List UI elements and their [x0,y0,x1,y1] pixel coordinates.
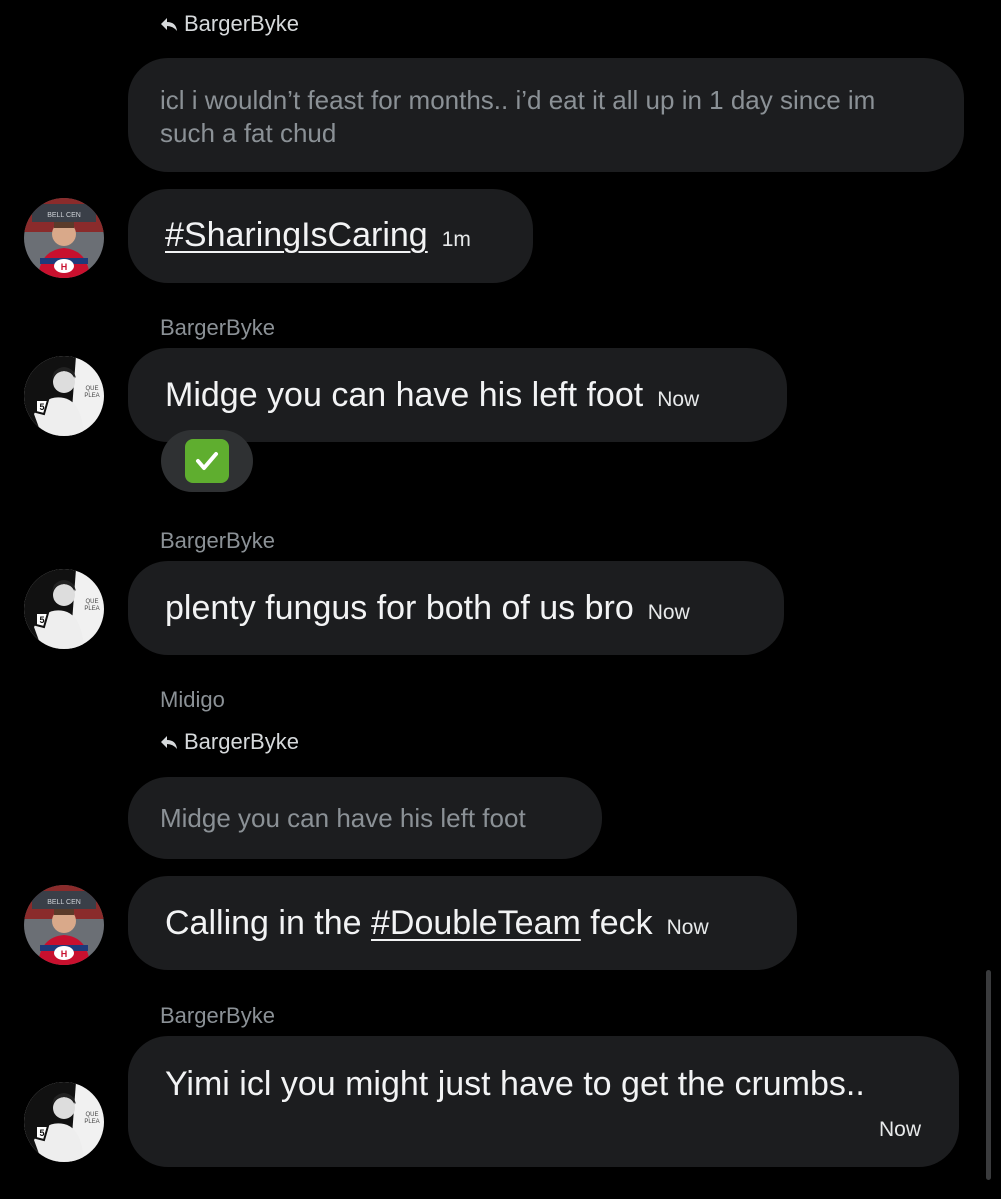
message-bubble[interactable]: Midge you can have his left foot Now [128,348,787,442]
avatar[interactable] [24,198,104,278]
quoted-message-bubble[interactable]: icl i wouldn’t feast for months.. i’d ea… [128,58,964,172]
message-text-after: feck [580,904,653,942]
avatar[interactable] [24,885,104,965]
message-text: Yimi icl you might just have to get the … [165,1065,865,1103]
avatar[interactable] [24,1082,104,1162]
message-text: Midge you can have his left foot [165,376,644,414]
message-text: plenty fungus for both of us bro [165,589,634,627]
bw-avatar-image [24,569,104,649]
message-bubble[interactable]: Yimi icl you might just have to get the … [128,1036,959,1167]
quoted-text: icl i wouldn’t feast for months.. i’d ea… [160,85,876,148]
reaction-chip[interactable] [161,430,253,492]
message-bubble[interactable]: plenty fungus for both of us bro Now [128,561,784,655]
sender-name: Midigo [160,687,225,712]
message-time: 1m [441,228,471,251]
message-bubble[interactable]: #SharingIsCaring 1m [128,189,533,283]
sender-name: BargerByke [160,1003,275,1028]
avatar[interactable] [24,356,104,436]
bw-avatar-image [24,356,104,436]
message-time: Now [666,916,709,939]
message-bubble[interactable]: Calling in the #DoubleTeam feck Now [128,876,797,970]
hashtag-link[interactable]: #DoubleTeam [371,903,581,943]
message-time: Now [647,601,690,624]
hashtag-link[interactable]: #SharingIsCaring [165,215,428,255]
message-time: Now [657,388,700,411]
avatar[interactable] [24,569,104,649]
red-jersey-avatar-image [24,885,104,965]
reply-icon [161,736,177,749]
reply-icon [161,18,177,31]
sender-name: BargerByke [160,528,275,553]
bw-avatar-image [24,1082,104,1162]
message-text-before: Calling in the [165,904,372,942]
reply-to-name: BargerByke [184,729,299,754]
reply-reference[interactable]: BargerByke [160,729,299,755]
reply-reference[interactable]: BargerByke [160,11,299,37]
check-mark-icon [185,439,229,483]
red-jersey-avatar-image [24,198,104,278]
quoted-message-bubble[interactable]: Midge you can have his left foot [128,777,602,859]
message-time: Now [878,1118,921,1141]
sender-name: BargerByke [160,315,275,340]
scrollbar[interactable] [986,970,991,1180]
reply-to-name: BargerByke [184,11,299,36]
quoted-text: Midge you can have his left foot [160,803,526,833]
